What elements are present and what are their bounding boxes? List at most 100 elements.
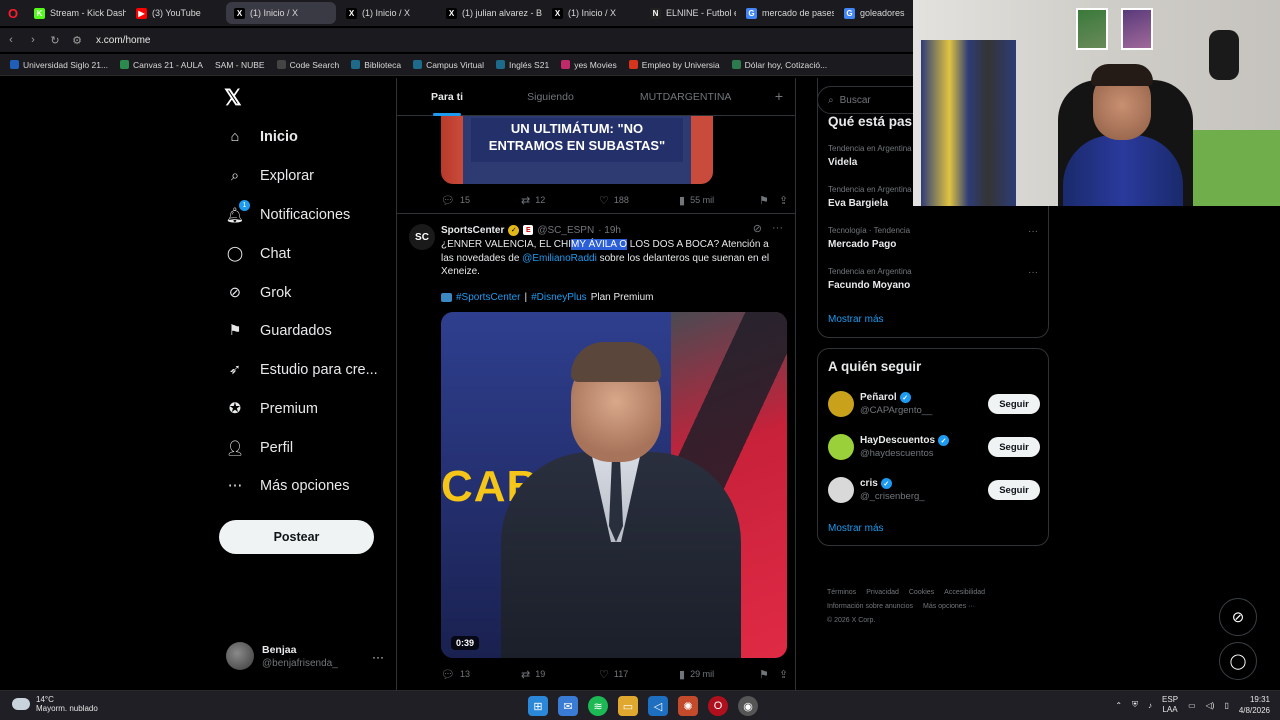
site-info-icon[interactable]: ⚙ (66, 34, 88, 47)
back-icon[interactable]: ‹ (0, 34, 22, 46)
more-icon[interactable]: ··· (772, 222, 783, 235)
author-name[interactable]: SportsCenter (441, 225, 504, 236)
sidebar-item-perfil[interactable]: 👤︎ Perfil (224, 433, 293, 463)
bookmark-item[interactable]: Dólar hoy, Cotizació... (731, 60, 827, 70)
share-icon[interactable]: ⇪ (779, 194, 789, 207)
bookmark-item[interactable]: Campus Virtual (413, 60, 484, 70)
x-logo-icon[interactable]: 𝕏 (224, 86, 248, 110)
file-explorer-icon[interactable]: ▭ (618, 696, 638, 716)
network-icon[interactable]: ▭ (1188, 701, 1196, 710)
trend-item[interactable]: Tecnología · Tendencia Mercado Pago ··· (828, 226, 1040, 250)
sidebar-item-más-opciones[interactable]: ⋯ Más opciones (224, 471, 350, 501)
previous-post-media[interactable]: UN ULTIMÁTUM: "NO ENTRAMOS EN SUBASTAS" (441, 116, 713, 184)
browser-tab[interactable]: X (1) Inicio / X (544, 2, 640, 24)
url-field[interactable]: x.com/home (96, 35, 150, 46)
vscode-icon[interactable]: ◁ (648, 696, 668, 716)
weather-widget[interactable]: 14°C Mayorm. nublado (12, 695, 98, 713)
spotify-icon[interactable]: ≋ (588, 696, 608, 716)
show-more-link[interactable]: Mostrar más (828, 314, 884, 325)
browser-tab[interactable]: N ELNINE - Futbol en Viv (642, 2, 736, 24)
follow-button[interactable]: Seguir (988, 480, 1040, 500)
follow-button[interactable]: Seguir (988, 394, 1040, 414)
sidebar-item-inicio[interactable]: ⌂ Inicio (224, 122, 298, 152)
like-button[interactable]: ♡ 117 (599, 668, 679, 681)
video-player[interactable]: CABJ 0:39 (441, 312, 787, 658)
bookmark-item[interactable]: Empleo by Universia (628, 60, 720, 70)
reply-button[interactable]: 💬︎ 15 (441, 194, 521, 207)
footer-link[interactable]: Términos (827, 589, 856, 596)
clock[interactable]: 19:31 4/8/2026 (1239, 694, 1270, 716)
language-indicator[interactable]: ESP LAA (1162, 695, 1178, 715)
author-handle[interactable]: @SC_ESPN (537, 225, 594, 236)
bookmark-item[interactable]: SAM - NUBE (215, 60, 265, 70)
outlook-icon[interactable]: ✉ (558, 696, 578, 716)
bookmark-item[interactable]: Biblioteca (351, 60, 401, 70)
browser-tab[interactable]: X (1) julian alvarez - Bus (438, 2, 542, 24)
sidebar-item-chat[interactable]: ◯ Chat (224, 239, 291, 269)
browser-tab[interactable]: X (1) Inicio / X (338, 2, 436, 24)
footer-link[interactable]: Accesibilidad (944, 589, 985, 596)
bookmark-item[interactable]: Code Search (276, 60, 339, 70)
follow-button[interactable]: Seguir (988, 437, 1040, 457)
messages-float-button[interactable]: ◯ (1219, 642, 1257, 680)
footer-link[interactable]: Más opciones ··· (923, 603, 975, 610)
volume-icon[interactable]: ◁) (1206, 701, 1215, 710)
follow-suggestion[interactable]: cris ✓ @_crisenberg_ Seguir (828, 473, 1040, 507)
footer-link[interactable]: Privacidad (866, 589, 899, 596)
add-tab-icon[interactable]: + (775, 88, 783, 104)
app-icon[interactable]: ✺ (678, 696, 698, 716)
bookmark-item[interactable]: Inglés S21 (496, 60, 549, 70)
bookmark-item[interactable]: yes Movies (561, 60, 617, 70)
follow-suggestion[interactable]: HayDescuentos ✓ @haydescuentos Seguir (828, 430, 1040, 464)
footer-link[interactable]: Cookies (909, 589, 934, 596)
share-icon[interactable]: ⇪ (779, 668, 789, 681)
account-switcher[interactable]: Benjaa @benjafrisenda_ (226, 642, 338, 670)
tab-siguiendo[interactable]: Siguiendo (527, 78, 574, 116)
sidebar-item-explorar[interactable]: ⌕ Explorar (224, 161, 314, 191)
follow-suggestion[interactable]: Peñarol ✓ @CAPArgento__ Seguir (828, 387, 1040, 421)
show-more-link[interactable]: Mostrar más (828, 523, 884, 534)
opera-icon[interactable]: O (708, 696, 728, 716)
grok-icon[interactable]: ⊘ (753, 222, 762, 235)
sidebar-item-guardados[interactable]: ⚑ Guardados (224, 316, 332, 346)
views-button[interactable]: ▮ 55 mil (679, 194, 759, 207)
trend-item[interactable]: Tendencia en Argentina Facundo Moyano ··· (828, 267, 1040, 291)
sidebar-item-estudio-para-cre[interactable]: ➶ Estudio para cre... (224, 355, 378, 385)
more-icon[interactable]: ··· (1028, 226, 1038, 237)
tab-mutdargentina[interactable]: MUTDARGENTINA (640, 78, 732, 116)
bookmark-icon[interactable]: ⚑ (759, 194, 779, 207)
battery-icon[interactable]: ▯ (1224, 701, 1228, 710)
repost-button[interactable]: ⇄ 19 (521, 668, 599, 681)
browser-tab[interactable]: X (1) Inicio / X (226, 2, 336, 24)
bookmark-icon[interactable]: ⚑ (759, 668, 779, 681)
hashtag-link[interactable]: #DisneyPlus (531, 292, 587, 303)
grok-float-button[interactable]: ⊘ (1219, 598, 1257, 636)
hashtag-link[interactable]: #SportsCenter (456, 292, 520, 303)
reply-button[interactable]: 💬︎ 13 (441, 668, 521, 681)
opera-logo-icon[interactable]: O (0, 2, 26, 24)
post-button[interactable]: Postear (219, 520, 374, 554)
browser-tab[interactable]: Ggoleadores de (836, 2, 906, 24)
browser-tab[interactable]: Gmercado de pases arg (738, 2, 834, 24)
author-avatar[interactable]: SC (409, 224, 435, 250)
sidebar-item-notificaciones[interactable]: 🔔︎ 1 Notificaciones (224, 200, 350, 230)
sidebar-item-premium[interactable]: ✪ Premium (224, 394, 318, 424)
windows-start-icon[interactable]: ⊞ (528, 696, 548, 716)
chevron-up-icon[interactable]: ⌃ (1115, 701, 1122, 710)
sidebar-item-grok[interactable]: ⊘ Grok (224, 278, 292, 308)
forward-icon[interactable]: › (22, 34, 44, 46)
repost-button[interactable]: ⇄ 12 (521, 194, 599, 207)
more-icon[interactable]: ··· (372, 650, 384, 664)
bookmark-item[interactable]: Universidad Siglo 21... (10, 60, 108, 70)
more-icon[interactable]: ··· (1028, 267, 1038, 278)
browser-tab[interactable]: ▶ (3) YouTube (128, 2, 224, 24)
post-time[interactable]: · 19h (598, 225, 621, 236)
views-button[interactable]: ▮ 29 mil (679, 668, 759, 681)
browser-tab[interactable]: K Stream - Kick Dashboa (26, 2, 126, 24)
obs-icon[interactable]: ◉ (738, 696, 758, 716)
security-icon[interactable]: ⛨ (1132, 700, 1138, 710)
mention-link[interactable]: @EmilianoRaddi (522, 253, 597, 264)
mic-icon[interactable]: ♪ (1148, 701, 1152, 710)
like-button[interactable]: ♡ 188 (599, 194, 679, 207)
bookmark-item[interactable]: Canvas 21 - AULA (120, 60, 203, 70)
